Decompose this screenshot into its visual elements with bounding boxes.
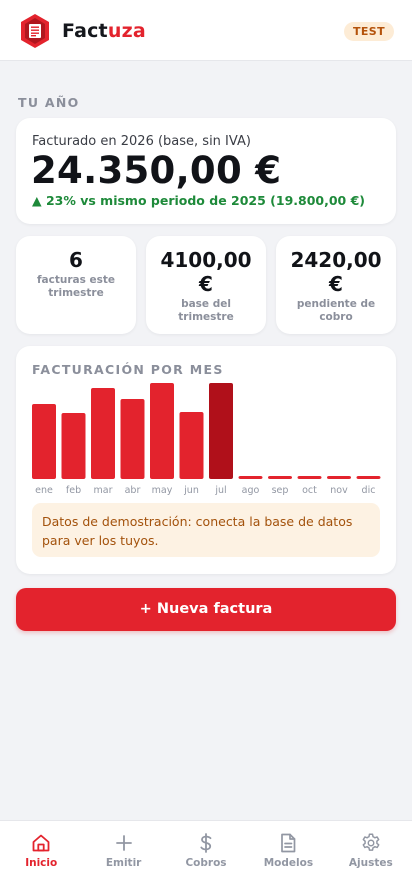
tick-label-ene: ene <box>35 485 53 496</box>
tick-label-ago: ago <box>242 485 260 496</box>
bar-dic <box>356 476 381 479</box>
tick-label-nov: nov <box>330 485 348 496</box>
stat-card-quarter-base: 4100,00 € base del trimestre <box>146 236 266 334</box>
nav-label: Cobros <box>185 857 227 869</box>
home-icon <box>32 834 50 852</box>
nav-item-cobros[interactable]: Cobros <box>165 821 247 880</box>
year-summary-card: Facturado en 2026 (base, sin IVA) 24.350… <box>16 118 396 224</box>
gear-icon <box>362 833 380 851</box>
environment-badge: TEST <box>343 22 394 41</box>
nav-item-inicio[interactable]: Inicio <box>0 821 82 880</box>
tick-label-jun: jun <box>183 485 199 496</box>
stat-label: pendiente de cobro <box>296 298 376 323</box>
stat-label: base del trimestre <box>178 298 234 323</box>
stat-value: 4100,00 € <box>146 248 266 296</box>
bottom-nav: Inicio Emitir Cobros Modelos Ajustes <box>0 820 412 880</box>
bar-mar <box>91 388 115 479</box>
year-total-amount: 24.350,00 € <box>31 149 282 192</box>
tick-label-mar: mar <box>94 485 113 496</box>
tick-label-dic: dic <box>362 485 376 496</box>
demo-data-notice: Datos de demostración: conecta la base d… <box>32 503 380 557</box>
bar-feb <box>61 413 86 479</box>
bar-ene <box>32 404 56 479</box>
new-invoice-button[interactable]: + Nueva factura <box>16 588 396 631</box>
nav-label: Ajustes <box>348 857 393 869</box>
document-icon <box>281 833 296 853</box>
stat-value: 6 <box>16 248 136 272</box>
nav-label: Emitir <box>105 857 142 869</box>
year-summary-label: Facturado en 2026 (base, sin IVA) <box>32 134 251 149</box>
bar-may <box>150 383 174 479</box>
monthly-chart-card: ene feb mar abr may jun jul ago sep oct nov dic FAC… <box>16 346 396 574</box>
tick-label-may: may <box>152 485 173 496</box>
nav-label: Inicio <box>25 857 58 869</box>
brand-name-part1: Fact <box>62 20 108 42</box>
bar-oct <box>297 476 322 479</box>
tick-label-abr: abr <box>125 485 141 496</box>
stat-card-pending: 2420,00 € pendiente de cobro <box>276 236 396 334</box>
bar-sep <box>268 476 292 479</box>
nav-item-emitir[interactable]: Emitir <box>82 821 164 880</box>
year-comparison: ▲ 23% vs mismo periodo de 2025 (19.800,0… <box>32 193 366 208</box>
bar-jul <box>209 383 233 479</box>
app-logo-icon[interactable] <box>19 13 51 49</box>
bar-nov <box>327 476 351 479</box>
section-title: TU AÑO <box>18 95 80 110</box>
stat-value-line2: € <box>329 272 343 296</box>
nav-item-ajustes[interactable]: Ajustes <box>330 821 412 880</box>
brand-name: Factuza <box>62 20 146 42</box>
bar-jun <box>179 412 204 479</box>
plus-icon <box>115 835 132 851</box>
bar-ago <box>238 476 263 479</box>
tick-label-jul: jul <box>214 485 226 496</box>
stat-value-line2: € <box>199 272 213 296</box>
stat-value-line1: 6 <box>69 248 83 272</box>
stat-value: 2420,00 € <box>276 248 396 296</box>
nav-label: Modelos <box>263 857 314 869</box>
tick-label-feb: feb <box>66 485 81 496</box>
stat-label: facturas este trimestre <box>36 274 116 299</box>
bar-abr <box>120 399 145 479</box>
tick-label-oct: oct <box>302 485 317 496</box>
nav-item-modelos[interactable]: Modelos <box>247 821 329 880</box>
stat-value-line1: 4100,00 <box>160 248 252 272</box>
chart-title: FACTURACIÓN POR MES <box>32 362 224 377</box>
tick-label-sep: sep <box>272 485 289 496</box>
brand-name-part2: uza <box>107 20 146 42</box>
stat-value-line1: 2420,00 <box>290 248 382 272</box>
app-header: Factuza TEST <box>0 0 412 61</box>
dollar-icon <box>200 833 212 853</box>
stat-card-invoices: 6 facturas este trimestre <box>16 236 136 334</box>
